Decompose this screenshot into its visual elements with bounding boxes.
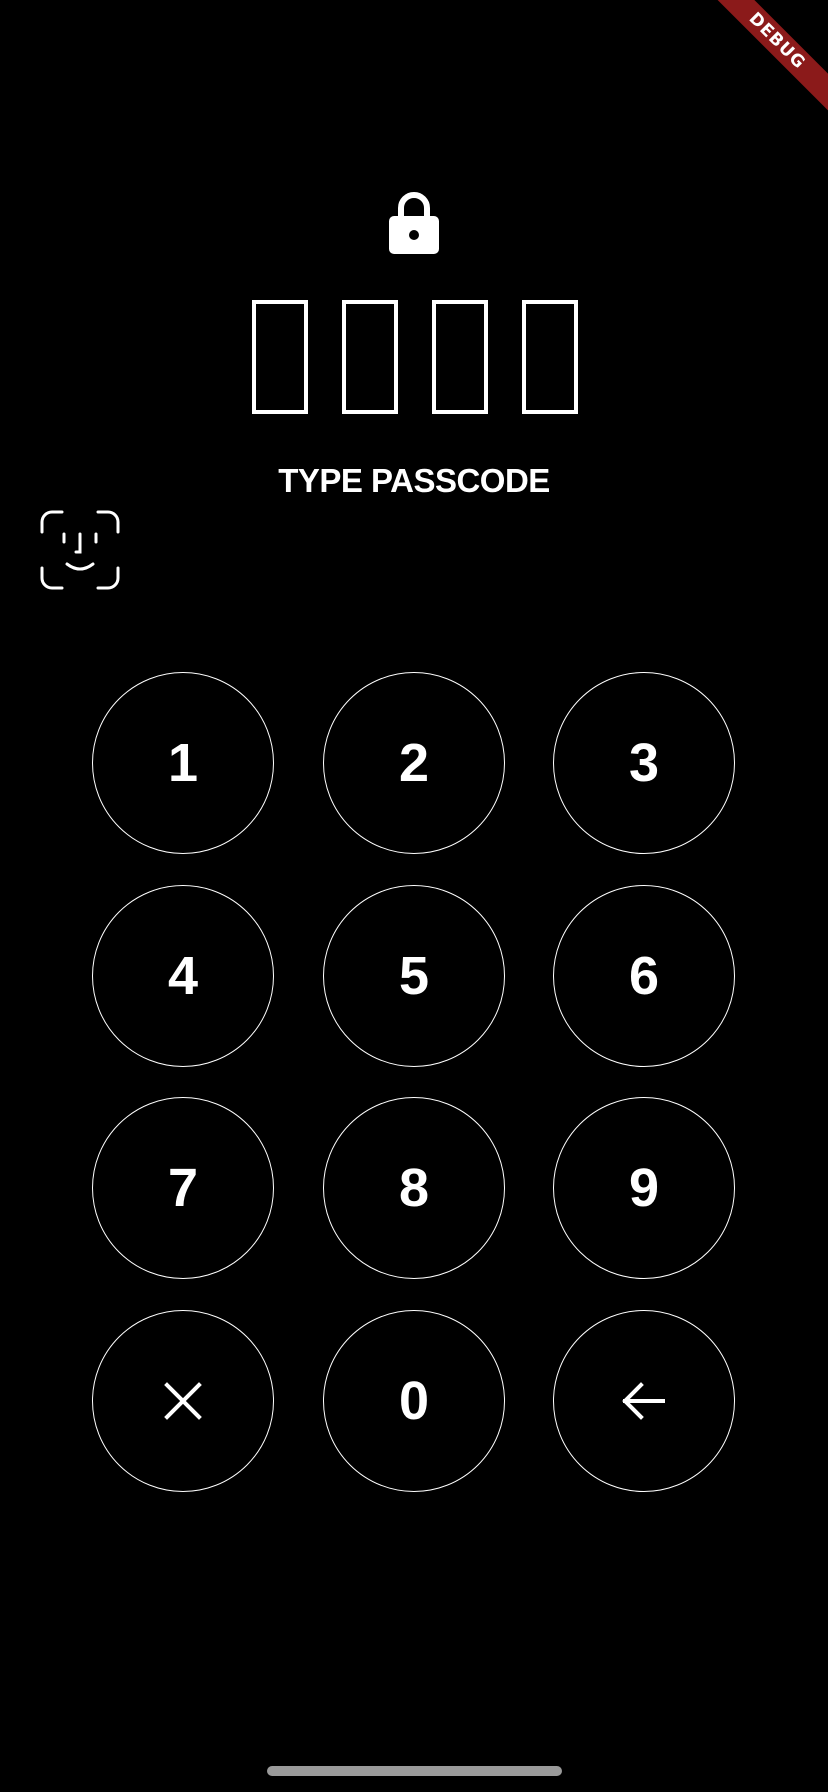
key-label: 8 <box>398 1158 430 1218</box>
key-0[interactable]: 0 <box>323 1310 505 1492</box>
passcode-box <box>252 300 308 414</box>
key-6[interactable]: 6 <box>553 885 735 1067</box>
passcode-box <box>432 300 488 414</box>
passcode-prompt: TYPE PASSCODE <box>278 462 550 499</box>
key-label: 1 <box>167 733 199 793</box>
passcode-box <box>522 300 578 414</box>
key-label: 7 <box>167 1158 199 1218</box>
key-4[interactable]: 4 <box>92 885 274 1067</box>
home-indicator <box>267 1766 562 1776</box>
face-id-icon[interactable] <box>40 510 120 590</box>
key-2[interactable]: 2 <box>323 672 505 854</box>
key-label: 6 <box>628 946 660 1006</box>
key-3[interactable]: 3 <box>553 672 735 854</box>
key-label: 3 <box>628 733 660 793</box>
key-label: 2 <box>398 733 430 793</box>
debug-banner-label: DEBUG <box>700 0 828 118</box>
passcode-input <box>252 300 578 420</box>
key-label: 9 <box>628 1158 660 1218</box>
key-label: 4 <box>167 946 199 1006</box>
key-label: 0 <box>398 1371 430 1431</box>
key-7[interactable]: 7 <box>92 1097 274 1279</box>
debug-banner: DEBUG <box>688 0 828 140</box>
key-5[interactable]: 5 <box>323 885 505 1067</box>
key-1[interactable]: 1 <box>92 672 274 854</box>
key-8[interactable]: 8 <box>323 1097 505 1279</box>
close-icon <box>164 1382 202 1420</box>
backspace-button[interactable] <box>553 1310 735 1492</box>
passcode-screen: DEBUG TYPE PASSCODE 1 2 3 4 5 6 7 8 9 0 <box>0 0 828 1792</box>
clear-button[interactable] <box>92 1310 274 1492</box>
lock-icon <box>389 192 439 254</box>
key-9[interactable]: 9 <box>553 1097 735 1279</box>
passcode-box <box>342 300 398 414</box>
key-label: 5 <box>398 946 430 1006</box>
arrow-back-icon <box>622 1382 665 1420</box>
